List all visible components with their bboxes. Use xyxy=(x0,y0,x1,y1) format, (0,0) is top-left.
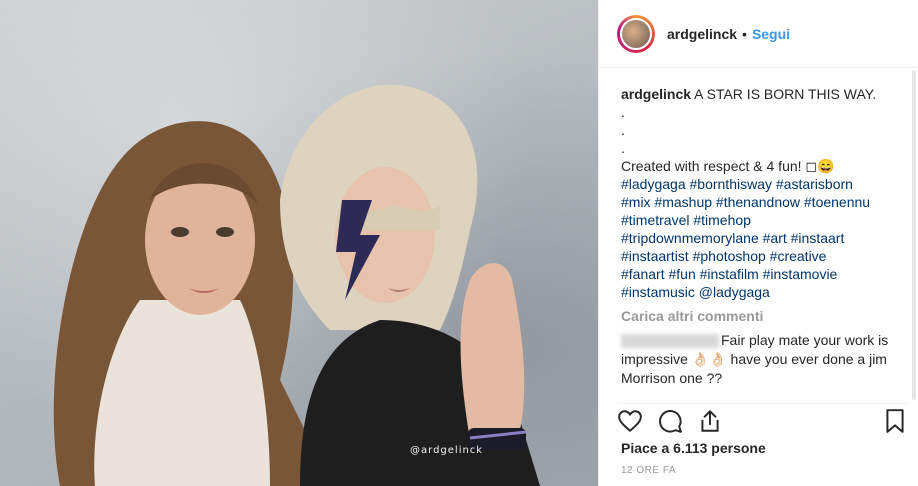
avatar-story-ring[interactable] xyxy=(617,14,655,53)
separator-dot: • xyxy=(742,25,747,42)
post-image[interactable]: @ardgelinck xyxy=(0,0,598,486)
action-bar xyxy=(617,403,908,434)
post-timestamp[interactable]: 12 ORE FA xyxy=(621,465,676,476)
post-header: ardgelinck • Segui xyxy=(599,0,918,68)
follow-button[interactable]: Segui xyxy=(752,26,790,42)
comment-icon[interactable] xyxy=(657,408,683,434)
caption-title: A STAR IS BORN THIS WAY. xyxy=(694,86,877,102)
caption-dot: . xyxy=(621,140,625,156)
portrait-illustration xyxy=(53,84,540,486)
caption-dot: . xyxy=(621,122,625,138)
bookmark-icon[interactable] xyxy=(882,408,908,434)
caption-username[interactable]: ardgelinck xyxy=(621,86,691,102)
caption-text: Created with respect & 4 fun! ◻😄 xyxy=(621,158,835,174)
hashtag-line[interactable]: #timetravel #timehop xyxy=(621,211,900,229)
blurred-comment-username[interactable] xyxy=(621,334,719,349)
avatar[interactable] xyxy=(620,17,652,50)
instagram-post: @ardgelinck ardgelinck • Segui ardgelinc… xyxy=(0,0,918,486)
caption-block: ardgelinck A STAR IS BORN THIS WAY. . . … xyxy=(599,68,918,388)
post-sidebar: ardgelinck • Segui ardgelinck A STAR IS … xyxy=(598,0,918,486)
comment: Fair play mate your work is impressive 👌… xyxy=(621,331,900,388)
hashtag-line[interactable]: #fanart #fun #instafilm #instamovie xyxy=(621,265,900,283)
hashtag-line[interactable]: #mix #mashup #thenandnow #toenennu xyxy=(621,193,900,211)
load-more-comments[interactable]: Carica altri commenti xyxy=(621,307,900,325)
share-icon[interactable] xyxy=(697,408,723,434)
hashtag-line[interactable]: #tripdownmemorylane #art #instaart xyxy=(621,229,900,247)
header-username[interactable]: ardgelinck xyxy=(667,26,737,42)
hashtag-line[interactable]: #ladygaga #bornthisway #astarisborn xyxy=(621,175,900,193)
caption-dot: . xyxy=(621,104,625,120)
comments-scrollbar[interactable] xyxy=(912,70,916,400)
hashtag-line[interactable]: #instaartist #photoshop #creative xyxy=(621,247,900,265)
heart-icon[interactable] xyxy=(617,408,643,434)
image-watermark: @ardgelinck xyxy=(410,445,484,456)
likes-count[interactable]: Piace a 6.113 persone xyxy=(621,440,766,456)
hashtag-line[interactable]: #instamusic @ladygaga xyxy=(621,283,900,301)
